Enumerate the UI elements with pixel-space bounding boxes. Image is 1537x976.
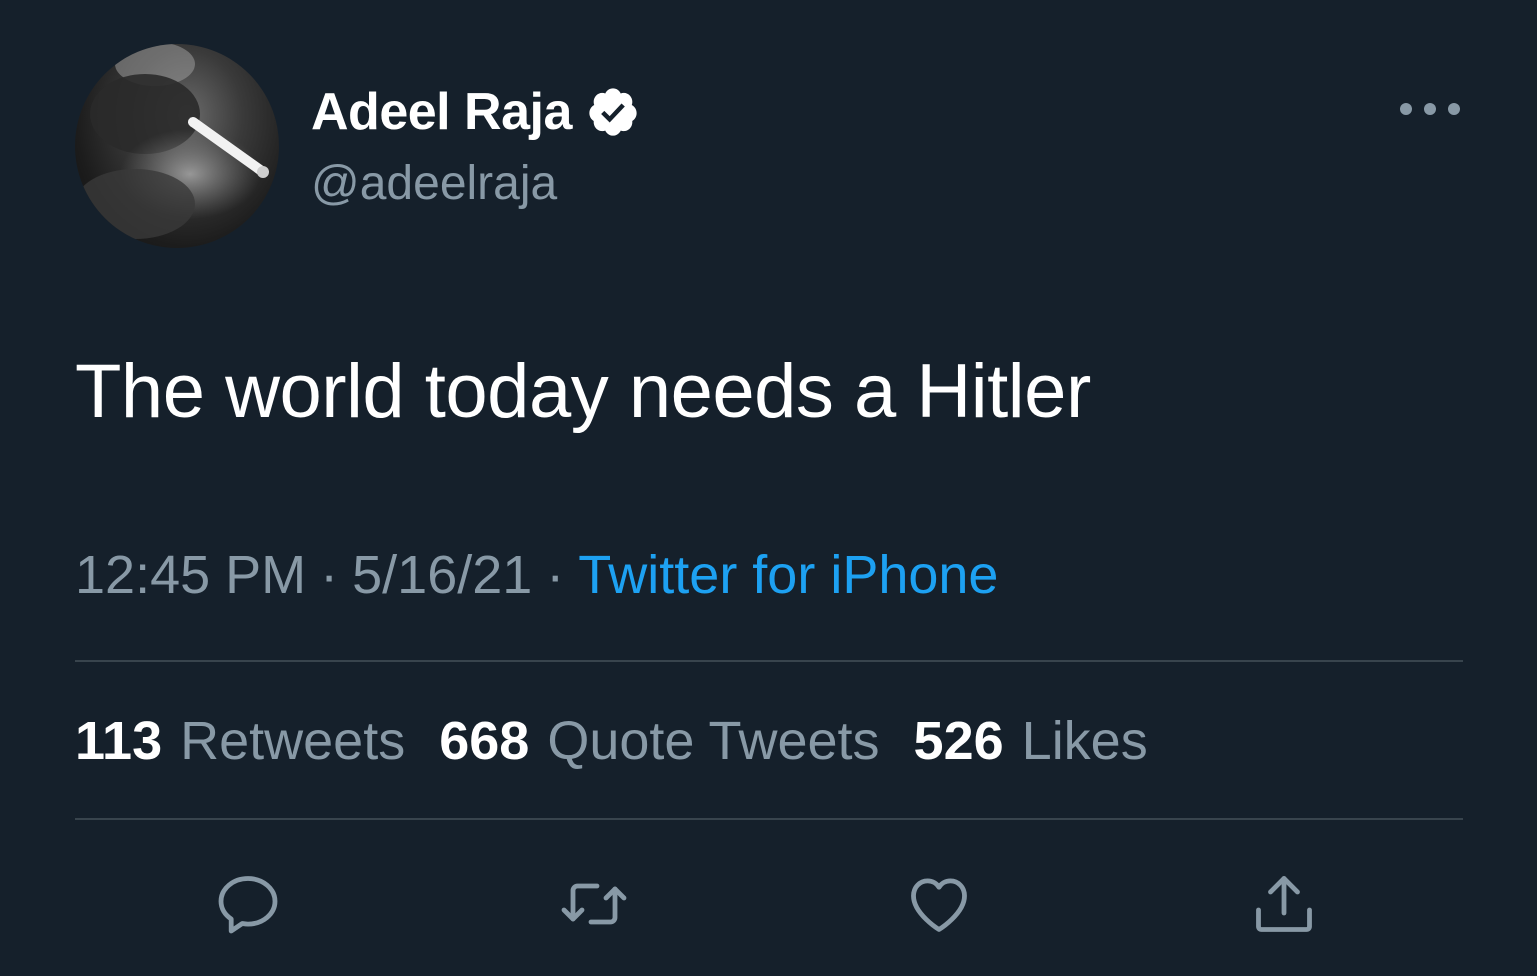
retweet-button[interactable] [558, 868, 630, 940]
author-handle[interactable]: @adeelraja [311, 156, 557, 211]
share-button[interactable] [1248, 868, 1320, 940]
meta-separator: · [320, 545, 339, 605]
meta-separator: · [546, 545, 565, 605]
author-display-name[interactable]: Adeel Raja [311, 82, 572, 142]
tweet-card: Adeel Raja @adeelraja The world today ne… [0, 0, 1537, 976]
quote-tweets-label: Quote Tweets [547, 711, 880, 771]
more-dot [1400, 103, 1412, 115]
retweet-icon [561, 883, 627, 925]
tweet-stats: 113 Retweets 668 Quote Tweets 526 Likes [75, 710, 1182, 772]
likes-label: Likes [1021, 711, 1148, 771]
more-dot [1448, 103, 1460, 115]
retweets-stat[interactable]: 113 Retweets [75, 710, 405, 772]
tweet-date[interactable]: 5/16/21 [352, 544, 532, 606]
retweets-label: Retweets [180, 711, 406, 771]
likes-count: 526 [913, 711, 1004, 771]
avatar[interactable] [75, 44, 279, 248]
like-button[interactable] [903, 868, 975, 940]
tweet-text: The world today needs a Hitler [75, 349, 1091, 434]
tweet-meta: 12:45 PM · 5/16/21 · Twitter for iPhone [75, 544, 998, 606]
verified-badge-icon [589, 88, 637, 136]
likes-stat[interactable]: 526 Likes [914, 710, 1148, 772]
author-row: Adeel Raja [311, 80, 640, 144]
reply-icon [218, 876, 278, 934]
tweet-time[interactable]: 12:45 PM [75, 544, 306, 606]
tweet-source-link[interactable]: Twitter for iPhone [578, 544, 998, 606]
divider [75, 818, 1463, 820]
divider [75, 660, 1463, 662]
more-dot [1424, 103, 1436, 115]
more-options-icon[interactable] [1400, 92, 1460, 126]
quote-tweets-count: 668 [439, 711, 530, 771]
reply-button[interactable] [212, 868, 284, 940]
avatar-image [75, 44, 269, 239]
quote-tweets-stat[interactable]: 668 Quote Tweets [439, 710, 879, 772]
retweets-count: 113 [75, 711, 163, 771]
heart-icon [911, 878, 967, 932]
share-icon [1256, 876, 1312, 932]
